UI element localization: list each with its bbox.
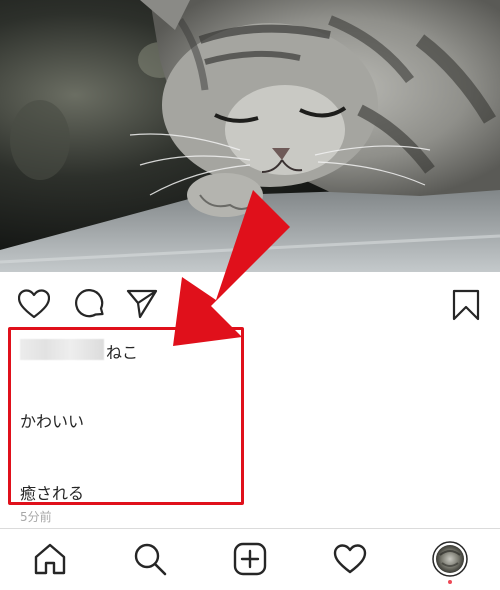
- bottom-navigation: [0, 528, 500, 590]
- home-icon[interactable]: [32, 541, 68, 577]
- bookmark-icon[interactable]: [452, 289, 480, 325]
- post-action-bar: [0, 272, 500, 328]
- new-post-icon[interactable]: [232, 541, 268, 577]
- profile-avatar[interactable]: [432, 541, 468, 577]
- notification-dot: [448, 580, 452, 584]
- search-icon[interactable]: [132, 541, 168, 577]
- post-timestamp: 5分前: [20, 510, 52, 524]
- paper-plane-icon[interactable]: [126, 289, 158, 323]
- heart-icon[interactable]: [17, 289, 51, 323]
- comment-icon[interactable]: [74, 288, 106, 324]
- post-photo[interactable]: [0, 0, 500, 272]
- caption-highlight-box: [8, 327, 244, 505]
- activity-heart-icon[interactable]: [332, 541, 368, 577]
